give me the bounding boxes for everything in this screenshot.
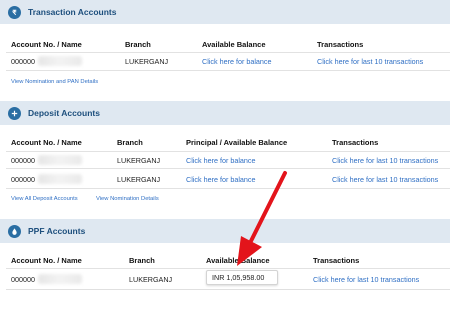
account-number: 000000: [11, 57, 35, 66]
col-header-account: Account No. / Name: [11, 256, 82, 265]
branch-name: LUKERGANJ: [117, 175, 161, 184]
rupee-coin-icon: [8, 5, 21, 19]
divider: [6, 168, 450, 169]
divider: [6, 268, 450, 269]
branch-name: LUKERGANJ: [129, 275, 173, 284]
ppf-accounts-title: PPF Accounts: [28, 226, 86, 236]
account-number: 000000: [11, 275, 35, 284]
transaction-accounts-header: Transaction Accounts: [0, 0, 450, 24]
balance-link[interactable]: Click here for balance: [202, 57, 272, 66]
transactions-link[interactable]: Click here for last 10 transactions: [332, 156, 438, 165]
divider: [6, 188, 450, 189]
drop-icon: [8, 224, 21, 238]
masked-account-name: [38, 155, 82, 165]
view-all-deposits-link[interactable]: View All Deposit Accounts: [11, 196, 78, 202]
col-header-balance: Available Balance: [206, 256, 270, 265]
divider: [6, 289, 450, 290]
balance-link[interactable]: Click here for balance: [186, 156, 256, 165]
divider: [6, 151, 450, 152]
account-number: 000000: [11, 156, 35, 165]
divider: [6, 70, 450, 71]
branch-name: LUKERGANJ: [125, 57, 169, 66]
col-header-balance: Available Balance: [202, 40, 266, 49]
transaction-accounts-title: Transaction Accounts: [28, 7, 117, 17]
balance-link[interactable]: Click here for balance: [186, 175, 256, 184]
view-nomination-link[interactable]: View Nomination Details: [96, 196, 159, 202]
deposit-accounts-title: Deposit Accounts: [28, 108, 100, 118]
col-header-account: Account No. / Name: [11, 138, 82, 147]
masked-account-name: [38, 274, 82, 284]
transactions-link[interactable]: Click here for last 10 transactions: [332, 175, 438, 184]
col-header-principal-balance: Principal / Available Balance: [186, 138, 288, 147]
col-header-transactions: Transactions: [317, 40, 364, 49]
divider: [6, 52, 450, 53]
transactions-link[interactable]: Click here for last 10 transactions: [313, 275, 419, 284]
deposit-accounts-header: Deposit Accounts: [0, 101, 450, 125]
balance-value-box: INR 1,05,958.00: [206, 270, 278, 285]
col-header-branch: Branch: [129, 256, 155, 265]
plus-coin-icon: [8, 106, 21, 120]
col-header-transactions: Transactions: [332, 138, 379, 147]
view-nomination-pan-link[interactable]: View Nomination and PAN Details: [11, 79, 98, 85]
col-header-transactions: Transactions: [313, 256, 360, 265]
ppf-accounts-header: PPF Accounts: [0, 219, 450, 243]
col-header-branch: Branch: [125, 40, 151, 49]
col-header-account: Account No. / Name: [11, 40, 82, 49]
col-header-branch: Branch: [117, 138, 143, 147]
branch-name: LUKERGANJ: [117, 156, 161, 165]
masked-account-name: [38, 56, 82, 66]
balance-amount: INR 1,05,958.00: [212, 273, 265, 282]
masked-account-name: [38, 174, 82, 184]
transactions-link[interactable]: Click here for last 10 transactions: [317, 57, 423, 66]
account-number: 000000: [11, 175, 35, 184]
